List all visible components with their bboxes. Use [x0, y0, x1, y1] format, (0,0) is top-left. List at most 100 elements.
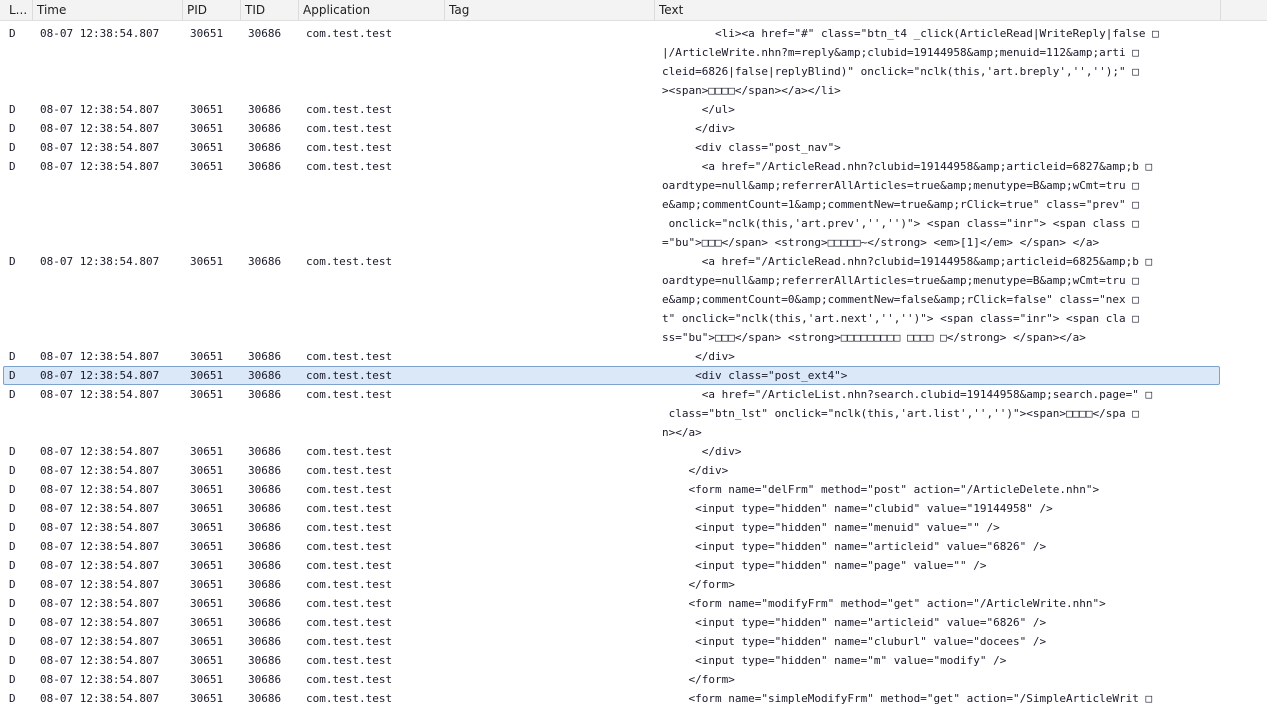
log-row[interactable]: D 08-07 12:38:54.807 30651 30686 com.test.te…	[0, 24, 1267, 100]
time-cell: 08-07 12:38:54.807	[40, 445, 160, 458]
time-cell: 08-07 12:38:54.807	[40, 122, 160, 135]
message-text-line: </div>	[662, 122, 735, 135]
log-row[interactable]: D 08-07 12:38:54.807 30651 30686 com.test.te…	[0, 556, 1267, 575]
column-header-text[interactable]: Text	[655, 0, 1221, 20]
log-row[interactable]: D 08-07 12:38:54.807 30651 30686 com.test.te…	[0, 613, 1267, 632]
tid-cell: 30686	[248, 464, 282, 477]
pid-cell: 30651	[190, 616, 224, 629]
log-row[interactable]: D 08-07 12:38:54.807 30651 30686 com.test.te…	[0, 347, 1267, 366]
log-row[interactable]: D 08-07 12:38:54.807 30651 30686 com.test.te…	[0, 385, 1267, 442]
log-row[interactable]: D 08-07 12:38:54.807 30651 30686 com.test.te…	[0, 632, 1267, 651]
message-text-cell: </div>	[662, 461, 1172, 480]
message-text-line: <input type="hidden" name="articleid" va…	[662, 540, 1047, 553]
application-cell: com.test.test	[306, 673, 393, 686]
log-row[interactable]: D 08-07 12:38:54.807 30651 30686 com.test.te…	[0, 157, 1267, 252]
message-text-line: n></a>	[662, 426, 702, 439]
application-cell: com.test.test	[306, 388, 393, 401]
message-text-line: <a href="/ArticleRead.nhn?clubid=1914495…	[662, 160, 1153, 173]
application-cell: com.test.test	[306, 160, 393, 173]
pid-cell: 30651	[190, 160, 224, 173]
message-text-cell: <input type="hidden" name="page" value="…	[662, 556, 1172, 575]
message-text-cell: <input type="hidden" name="articleid" va…	[662, 537, 1172, 556]
message-text-cell: <a href="/ArticleList.nhn?search.clubid=…	[662, 385, 1172, 442]
tid-cell: 30686	[248, 540, 282, 553]
application-cell: com.test.test	[306, 464, 393, 477]
log-row[interactable]: D 08-07 12:38:54.807 30651 30686 com.test.te…	[0, 594, 1267, 613]
message-text-line: </ul>	[662, 103, 735, 116]
application-cell: com.test.test	[306, 540, 393, 553]
log-level-cell: D	[9, 388, 16, 401]
application-cell: com.test.test	[306, 559, 393, 572]
log-row[interactable]: D 08-07 12:38:54.807 30651 30686 com.test.te…	[0, 119, 1267, 138]
message-text-cell: </div>	[662, 442, 1172, 461]
log-row[interactable]: D 08-07 12:38:54.807 30651 30686 com.test.te…	[0, 575, 1267, 594]
message-text-cell: <input type="hidden" name="cluburl" valu…	[662, 632, 1172, 651]
log-row[interactable]: D 08-07 12:38:54.807 30651 30686 com.test.te…	[0, 442, 1267, 461]
application-cell: com.test.test	[306, 502, 393, 515]
column-header-tag[interactable]: Tag	[445, 0, 655, 20]
message-text-cell: <div class="post_nav">	[662, 138, 1172, 157]
time-cell: 08-07 12:38:54.807	[40, 350, 160, 363]
log-level-cell: D	[9, 502, 16, 515]
log-row[interactable]: D 08-07 12:38:54.807 30651 30686 com.test.te…	[0, 689, 1267, 708]
time-cell: 08-07 12:38:54.807	[40, 540, 160, 553]
pid-cell: 30651	[190, 597, 224, 610]
tid-cell: 30686	[248, 521, 282, 534]
tid-cell: 30686	[248, 350, 282, 363]
column-header-time[interactable]: Time	[33, 0, 183, 20]
tid-cell: 30686	[248, 388, 282, 401]
tid-cell: 30686	[248, 692, 282, 705]
log-row[interactable]: D 08-07 12:38:54.807 30651 30686 com.test.te…	[0, 518, 1267, 537]
column-header-tid[interactable]: TID	[241, 0, 299, 20]
log-rows: D 08-07 12:38:54.807 30651 30686 com.test.te…	[0, 24, 1267, 708]
log-row[interactable]: D 08-07 12:38:54.807 30651 30686 com.test.te…	[0, 670, 1267, 689]
message-text-line: <li><a href="#" class="btn_t4 _click(Art…	[662, 27, 1159, 40]
tid-cell: 30686	[248, 483, 282, 496]
message-text-cell: <input type="hidden" name="clubid" value…	[662, 499, 1172, 518]
log-level-cell: D	[9, 673, 16, 686]
column-header-application[interactable]: Application	[299, 0, 445, 20]
pid-cell: 30651	[190, 388, 224, 401]
application-cell: com.test.test	[306, 141, 393, 154]
time-cell: 08-07 12:38:54.807	[40, 635, 160, 648]
log-row[interactable]: D 08-07 12:38:54.807 30651 30686 com.test.te…	[0, 499, 1267, 518]
log-row[interactable]: D 08-07 12:38:54.807 30651 30686 com.test.te…	[0, 100, 1267, 119]
log-level-cell: D	[9, 122, 16, 135]
time-cell: 08-07 12:38:54.807	[40, 27, 160, 40]
time-cell: 08-07 12:38:54.807	[40, 654, 160, 667]
time-cell: 08-07 12:38:54.807	[40, 464, 160, 477]
message-text-line: e&amp;commentCount=0&amp;commentNew=fals…	[662, 293, 1139, 306]
message-text-line: <a href="/ArticleList.nhn?search.clubid=…	[662, 388, 1153, 401]
message-text-cell: <input type="hidden" name="m" value="mod…	[662, 651, 1172, 670]
log-row[interactable]: D 08-07 12:38:54.807 30651 30686 com.test.te…	[0, 138, 1267, 157]
application-cell: com.test.test	[306, 616, 393, 629]
pid-cell: 30651	[190, 654, 224, 667]
message-text-line: <input type="hidden" name="menuid" value…	[662, 521, 1000, 534]
message-text-line: onclick="nclk(this,'art.prev','','')"> <…	[662, 217, 1139, 230]
message-text-line: <input type="hidden" name="articleid" va…	[662, 616, 1047, 629]
log-row[interactable]: D 08-07 12:38:54.807 30651 30686 com.test.te…	[0, 537, 1267, 556]
log-level-cell: D	[9, 616, 16, 629]
column-header-level[interactable]: L...	[5, 0, 33, 20]
application-cell: com.test.test	[306, 692, 393, 705]
log-level-cell: D	[9, 654, 16, 667]
log-level-cell: D	[9, 635, 16, 648]
message-text-line: <div class="post_ext4">	[662, 369, 848, 382]
time-cell: 08-07 12:38:54.807	[40, 103, 160, 116]
pid-cell: 30651	[190, 635, 224, 648]
pid-cell: 30651	[190, 559, 224, 572]
column-header-pid[interactable]: PID	[183, 0, 241, 20]
log-row-selected[interactable]: D 08-07 12:38:54.807 30651 30686 com.test.te…	[0, 366, 1267, 385]
tid-cell: 30686	[248, 103, 282, 116]
log-row[interactable]: D 08-07 12:38:54.807 30651 30686 com.test.te…	[0, 651, 1267, 670]
time-cell: 08-07 12:38:54.807	[40, 141, 160, 154]
log-row[interactable]: D 08-07 12:38:54.807 30651 30686 com.test.te…	[0, 461, 1267, 480]
application-cell: com.test.test	[306, 122, 393, 135]
pid-cell: 30651	[190, 350, 224, 363]
log-level-cell: D	[9, 369, 16, 382]
log-row[interactable]: D 08-07 12:38:54.807 30651 30686 com.test.te…	[0, 480, 1267, 499]
tid-cell: 30686	[248, 597, 282, 610]
application-cell: com.test.test	[306, 635, 393, 648]
log-row[interactable]: D 08-07 12:38:54.807 30651 30686 com.test.te…	[0, 252, 1267, 347]
application-cell: com.test.test	[306, 578, 393, 591]
